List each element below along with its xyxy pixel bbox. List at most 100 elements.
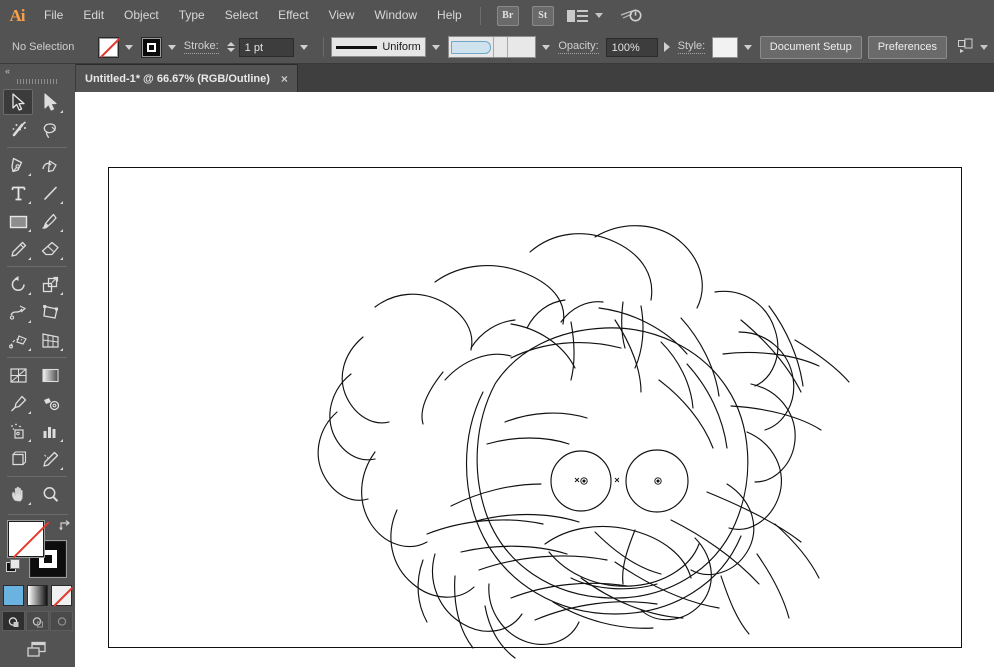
width-profile-chevron-icon[interactable] [542, 44, 551, 50]
draw-normal-button[interactable] [2, 611, 25, 631]
menu-file[interactable]: File [34, 0, 73, 31]
preferences-button[interactable]: Preferences [867, 35, 948, 59]
width-tool[interactable] [3, 299, 33, 325]
document-tab-title: Untitled-1* @ 66.67% (RGB/Outline) [85, 72, 270, 85]
line-segment-tool[interactable] [35, 180, 65, 206]
swap-fill-stroke-icon[interactable] [58, 519, 72, 533]
app-logo: Ai [9, 5, 26, 25]
curvature-tool[interactable] [35, 152, 65, 178]
color-mode-buttons [0, 585, 75, 606]
align-chevron-down-icon[interactable] [980, 44, 989, 50]
column-graph-tool[interactable] [35, 418, 65, 444]
rotate-tool[interactable] [3, 271, 33, 297]
document-setup-button[interactable]: Document Setup [759, 35, 862, 59]
align-to-selection-icon[interactable] [957, 38, 975, 57]
panel-grip[interactable] [0, 77, 75, 86]
selection-status-label: No Selection [12, 41, 75, 53]
menu-view[interactable]: View [319, 0, 365, 31]
tool-divider-3 [7, 357, 67, 358]
document-tab-bar: Untitled-1* @ 66.67% (RGB/Outline) × [75, 64, 994, 93]
document-tab[interactable]: Untitled-1* @ 66.67% (RGB/Outline) × [75, 64, 298, 92]
control-bar: No Selection Stroke: 1 pt Uniform Opacit… [0, 31, 994, 64]
fill-dropdown-chevron-icon[interactable] [125, 44, 134, 50]
type-tool[interactable] [3, 180, 33, 206]
none-button[interactable] [51, 585, 72, 606]
stroke-weight-chevron-icon[interactable] [299, 44, 308, 50]
paintbrush-tool[interactable] [35, 208, 65, 234]
default-fill-stroke-icon[interactable] [6, 559, 20, 572]
stock-button[interactable]: St [531, 5, 554, 26]
chevron-down-icon[interactable] [594, 13, 603, 18]
stroke-swatch[interactable] [141, 36, 162, 58]
tool-divider-1 [7, 147, 67, 148]
uniform-stroke-preview-icon [335, 45, 378, 49]
drawing-mode-buttons [0, 611, 75, 631]
search-adobe-stock-icon[interactable] [619, 6, 643, 26]
direct-selection-tool[interactable] [35, 89, 65, 115]
color-button[interactable] [3, 585, 24, 606]
tool-divider-2 [7, 266, 67, 267]
canvas-area[interactable] [75, 92, 994, 667]
menu-edit[interactable]: Edit [73, 0, 114, 31]
eyedropper-tool[interactable] [3, 390, 33, 416]
style-chevron-icon[interactable] [743, 44, 752, 50]
fill-color-swatch[interactable] [8, 521, 44, 557]
menu-effect[interactable]: Effect [268, 0, 318, 31]
menu-bar-right-group: Br St [496, 5, 643, 26]
stroke-profile-chevron-icon[interactable] [431, 44, 440, 50]
bridge-button[interactable]: Br [496, 5, 519, 26]
menu-object[interactable]: Object [114, 0, 169, 31]
collapse-panel-chevrons-icon[interactable]: « [0, 64, 75, 77]
control-divider-1 [322, 37, 324, 57]
slice-tool[interactable] [35, 446, 65, 472]
stroke-profile-combo[interactable]: Uniform [330, 37, 426, 57]
hand-drawn-face-sketch[interactable] [75, 92, 994, 667]
perspective-grid-tool[interactable] [35, 327, 65, 353]
draw-inside-button[interactable] [50, 611, 73, 631]
fill-swatch[interactable] [98, 36, 120, 58]
stroke-weight-input[interactable]: 1 pt [238, 37, 294, 57]
illustrator-window: Ai File Edit Object Type Select Effect V… [0, 0, 994, 667]
opacity-expand-icon[interactable] [663, 42, 670, 52]
selection-tool[interactable] [3, 89, 33, 115]
menu-type[interactable]: Type [169, 0, 215, 31]
mesh-tool[interactable] [3, 362, 33, 388]
menu-divider [479, 6, 481, 25]
menu-help[interactable]: Help [427, 0, 472, 31]
close-icon[interactable]: × [281, 73, 288, 85]
magic-wand-tool[interactable] [3, 117, 33, 143]
artboard-tool[interactable] [3, 446, 33, 472]
tool-divider-4 [7, 476, 67, 477]
tool-divider-5 [7, 514, 68, 515]
change-screen-mode-button[interactable] [0, 640, 75, 660]
pencil-tool[interactable] [3, 236, 33, 262]
menu-window[interactable]: Window [364, 0, 427, 31]
stroke-dropdown-chevron-icon[interactable] [167, 44, 176, 50]
free-transform-tool[interactable] [35, 299, 65, 325]
graphic-style-swatch[interactable] [712, 36, 738, 58]
stroke-weight-label[interactable]: Stroke: [183, 40, 219, 54]
fill-stroke-indicator [4, 519, 74, 581]
workspace-switcher-icon[interactable] [566, 9, 588, 22]
pen-tool[interactable] [3, 152, 33, 178]
stroke-weight-stepper[interactable] [226, 42, 235, 52]
opacity-input[interactable]: 100% [605, 37, 658, 57]
menu-select[interactable]: Select [215, 0, 268, 31]
hand-tool[interactable] [3, 481, 33, 507]
gradient-tool[interactable] [35, 362, 65, 388]
draw-behind-button[interactable] [26, 611, 49, 631]
scale-tool[interactable] [35, 271, 65, 297]
zoom-tool[interactable] [35, 481, 65, 507]
lasso-tool[interactable] [35, 117, 65, 143]
style-label[interactable]: Style: [677, 40, 706, 54]
blend-tool[interactable] [35, 390, 65, 416]
symbol-sprayer-tool[interactable] [3, 418, 33, 444]
gradient-button[interactable] [27, 585, 48, 606]
variable-width-profile-combo[interactable] [447, 36, 537, 58]
eraser-tool[interactable] [35, 236, 65, 262]
opacity-label[interactable]: Opacity: [558, 40, 599, 54]
stroke-profile-label: Uniform [382, 41, 421, 53]
rectangle-tool[interactable] [3, 208, 33, 234]
shape-builder-tool[interactable] [3, 327, 33, 353]
menu-bar: Ai File Edit Object Type Select Effect V… [0, 0, 994, 32]
